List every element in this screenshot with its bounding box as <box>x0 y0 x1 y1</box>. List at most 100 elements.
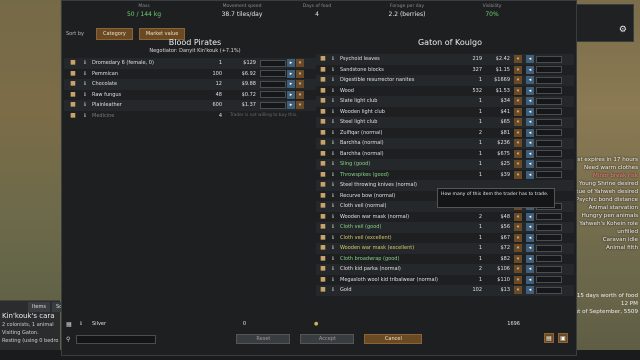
gift-mode-icon[interactable]: ▣ <box>558 333 568 343</box>
info-icon[interactable]: ℹ <box>330 287 336 293</box>
transfer-all-right-button[interactable]: » <box>296 80 304 89</box>
transfer-one-left-button[interactable]: ◂ <box>526 212 534 221</box>
accept-button[interactable]: Accept <box>300 334 355 344</box>
info-icon[interactable]: ℹ <box>330 245 336 251</box>
transfer-one-left-button[interactable]: ◂ <box>526 286 534 295</box>
tab-items[interactable]: Items <box>28 302 50 312</box>
trade-count-input[interactable] <box>536 286 562 294</box>
transfer-one-left-button[interactable]: ◂ <box>526 275 534 284</box>
transfer-all-right-button[interactable]: » <box>296 59 304 68</box>
info-icon[interactable]: ℹ <box>330 88 336 94</box>
transfer-one-left-button[interactable]: ◂ <box>526 97 534 106</box>
trade-count-input[interactable] <box>536 129 562 137</box>
transfer-one-left-button[interactable]: ◂ <box>526 254 534 263</box>
trade-count-input[interactable] <box>536 76 562 84</box>
gear-icon[interactable]: ⚙ <box>619 25 627 35</box>
info-icon[interactable]: ℹ <box>330 203 336 209</box>
info-icon[interactable]: ℹ <box>330 224 336 230</box>
transfer-left-button[interactable]: « <box>514 97 522 106</box>
info-icon[interactable]: ℹ <box>330 193 336 199</box>
trade-count-input[interactable] <box>536 276 562 284</box>
trade-count-input[interactable] <box>536 234 562 242</box>
transfer-one-left-button[interactable]: ◂ <box>526 149 534 158</box>
transfer-left-button[interactable]: « <box>514 254 522 263</box>
trade-count-input[interactable] <box>536 255 562 263</box>
transfer-left-button[interactable]: « <box>514 223 522 232</box>
transfer-all-right-button[interactable]: » <box>296 101 304 110</box>
info-icon[interactable]: ℹ <box>330 235 336 241</box>
transfer-left-button[interactable]: « <box>514 212 522 221</box>
info-icon[interactable]: ℹ <box>330 161 336 167</box>
transfer-all-right-button[interactable]: » <box>296 69 304 78</box>
trade-count-input[interactable] <box>260 101 286 109</box>
trade-count-input[interactable] <box>260 59 286 67</box>
trade-count-input[interactable] <box>536 55 562 63</box>
transfer-left-button[interactable]: « <box>514 139 522 148</box>
info-icon[interactable]: ℹ <box>330 67 336 73</box>
trade-count-input[interactable] <box>536 118 562 126</box>
trade-count-input[interactable] <box>536 108 562 116</box>
info-icon[interactable]: ℹ <box>330 214 336 220</box>
trade-count-input[interactable] <box>536 66 562 74</box>
transfer-right-button[interactable]: ▸ <box>287 69 295 78</box>
info-icon[interactable]: ℹ <box>330 256 336 262</box>
search-input[interactable] <box>76 334 157 344</box>
transfer-one-left-button[interactable]: ◂ <box>526 65 534 74</box>
transfer-one-left-button[interactable]: ◂ <box>526 244 534 253</box>
transfer-one-left-button[interactable]: ◂ <box>526 223 534 232</box>
transfer-left-button[interactable]: « <box>514 286 522 295</box>
transfer-left-button[interactable]: « <box>514 149 522 158</box>
transfer-left-button[interactable]: « <box>514 118 522 127</box>
info-icon[interactable]: ℹ <box>80 321 86 327</box>
transfer-one-left-button[interactable]: ◂ <box>526 76 534 85</box>
trade-count-input[interactable] <box>536 223 562 231</box>
show-sellable-icon[interactable]: ▤ <box>544 333 554 343</box>
transfer-one-left-button[interactable]: ◂ <box>526 107 534 116</box>
transfer-one-left-button[interactable]: ◂ <box>526 160 534 169</box>
info-icon[interactable]: ℹ <box>82 92 88 98</box>
trade-count-input[interactable] <box>536 244 562 252</box>
transfer-left-button[interactable]: « <box>514 275 522 284</box>
transfer-left-button[interactable]: « <box>514 160 522 169</box>
info-icon[interactable]: ℹ <box>82 71 88 77</box>
transfer-left-button[interactable]: « <box>514 128 522 137</box>
transfer-left-button[interactable]: « <box>514 55 522 64</box>
info-icon[interactable]: ℹ <box>330 56 336 62</box>
info-icon[interactable]: ℹ <box>82 102 88 108</box>
trade-count-input[interactable] <box>536 171 562 179</box>
info-icon[interactable]: ℹ <box>330 182 336 188</box>
info-icon[interactable]: ℹ <box>330 151 336 157</box>
info-icon[interactable]: ℹ <box>330 140 336 146</box>
trade-count-input[interactable] <box>536 265 562 273</box>
transfer-one-left-button[interactable]: ◂ <box>526 86 534 95</box>
info-icon[interactable]: ℹ <box>330 98 336 104</box>
transfer-one-left-button[interactable]: ◂ <box>526 55 534 64</box>
info-icon[interactable]: ℹ <box>330 77 336 83</box>
trade-count-input[interactable] <box>260 70 286 78</box>
info-icon[interactable]: ℹ <box>82 113 88 119</box>
info-icon[interactable]: ℹ <box>330 277 336 283</box>
transfer-left-button[interactable]: « <box>514 244 522 253</box>
trade-count-input[interactable] <box>536 213 562 221</box>
trade-count-input[interactable] <box>536 160 562 168</box>
transfer-one-left-button[interactable]: ◂ <box>526 265 534 274</box>
info-icon[interactable]: ℹ <box>82 81 88 87</box>
info-icon[interactable]: ℹ <box>330 266 336 272</box>
trade-count-input[interactable] <box>536 87 562 95</box>
reset-button[interactable]: Reset <box>236 334 291 344</box>
transfer-left-button[interactable]: « <box>514 265 522 274</box>
info-icon[interactable]: ℹ <box>82 60 88 66</box>
transfer-one-left-button[interactable]: ◂ <box>526 118 534 127</box>
transfer-left-button[interactable]: « <box>514 170 522 179</box>
cancel-button[interactable]: Cancel <box>364 334 423 344</box>
trade-count-input[interactable] <box>536 97 562 105</box>
transfer-left-button[interactable]: « <box>514 76 522 85</box>
info-icon[interactable]: ℹ <box>330 172 336 178</box>
transfer-left-button[interactable]: « <box>514 86 522 95</box>
info-icon[interactable]: ℹ <box>330 130 336 136</box>
trade-count-input[interactable] <box>260 91 286 99</box>
transfer-left-button[interactable]: « <box>514 65 522 74</box>
transfer-one-left-button[interactable]: ◂ <box>526 170 534 179</box>
transfer-right-button[interactable]: ▸ <box>287 59 295 68</box>
transfer-all-right-button[interactable]: » <box>296 90 304 99</box>
